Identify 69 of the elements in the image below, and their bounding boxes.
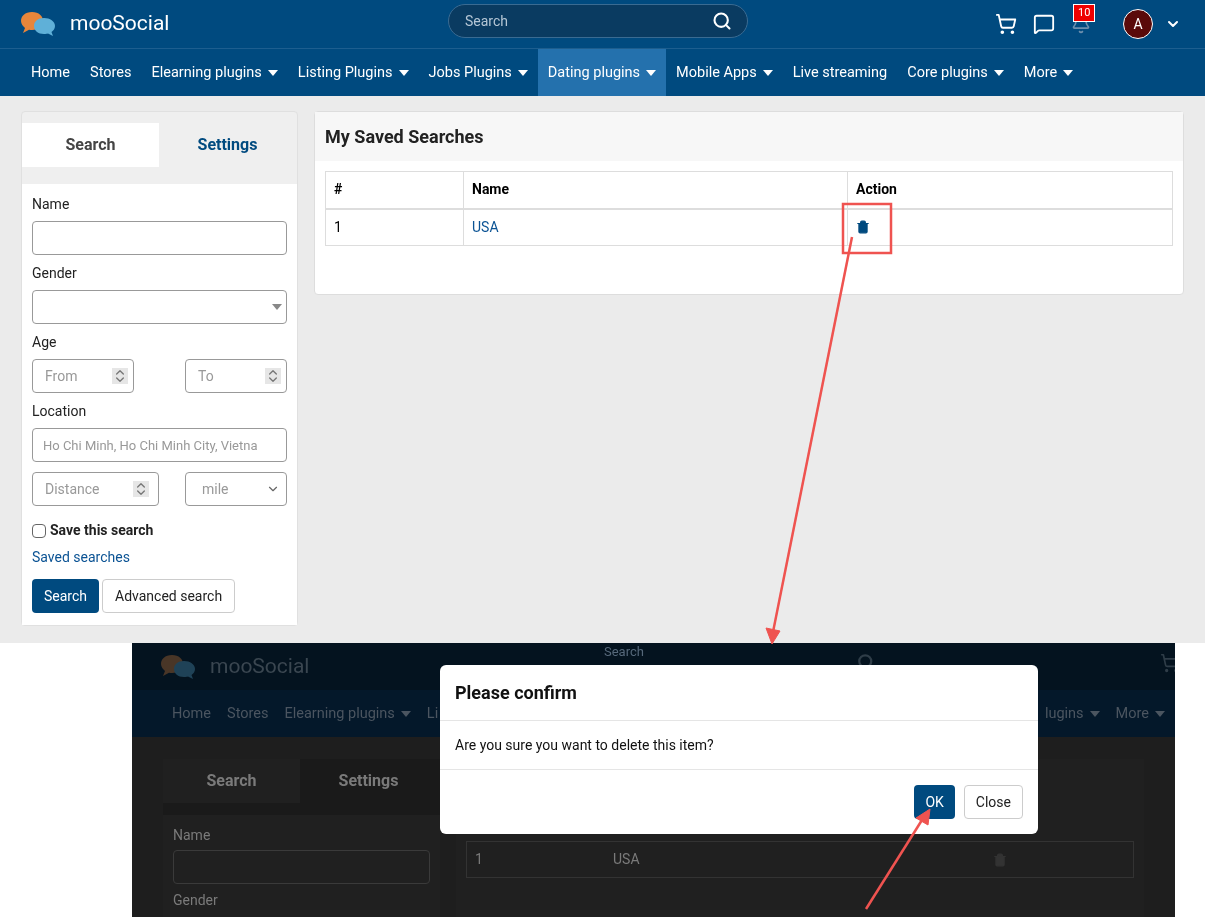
highlight-frame [841,202,893,255]
checkbox[interactable] [32,523,46,538]
nav-item[interactable]: Mobile Apps [666,49,783,96]
cart-icon [1160,653,1175,673]
caret-icon [272,304,282,310]
ok-button[interactable]: OK [914,785,955,819]
spinner-icon[interactable] [112,368,128,384]
advanced-search-button[interactable]: Advanced search [102,579,236,613]
caret-icon [646,69,657,76]
nav-item[interactable]: Home [21,49,81,96]
search-button[interactable]: Search [32,579,99,613]
tab-label: Settings [338,770,399,792]
caret-icon [1155,710,1165,717]
caret-icon [762,69,773,76]
saved-searches-link[interactable]: Saved searches [32,547,287,568]
table-cell: 1 [325,208,464,246]
dialog-message: Are you sure you want to delete this item? [455,735,714,755]
nav-item[interactable]: Jobs Plugins [418,49,538,96]
number-field[interactable]: To [185,359,287,393]
chat-icon[interactable] [1033,13,1055,35]
field-label: Name [173,826,212,845]
caret-icon [1063,69,1074,76]
field-label: Gender [32,264,78,283]
spinner-icon[interactable] [265,368,281,384]
search-icon[interactable] [712,11,732,31]
search-name-link[interactable]: USA [472,218,499,235]
caret-icon [267,69,278,76]
column-header: Action [847,171,1173,209]
nav-item[interactable]: More [1013,49,1084,96]
column-header: Name [463,171,848,209]
gender-select[interactable] [32,290,287,324]
dialog-title: Please confirm [455,681,577,705]
nav-item[interactable]: Core plugins [897,49,1014,96]
card-title: My Saved Searches [325,125,484,149]
nav-item[interactable]: Stores [80,49,142,96]
name-field[interactable] [32,221,287,255]
nav-item[interactable]: Elearning plugins [141,49,288,96]
search-field[interactable]: Search [448,4,748,38]
nav-item[interactable]: Live streaming [782,49,898,96]
nav-item[interactable]: Dating plugins [537,49,667,96]
field-label: Name [32,195,71,214]
notification-badge: 10 [1073,4,1096,22]
panel-tab[interactable]: Search [22,123,159,167]
field-label: Age [32,333,58,352]
close-button[interactable]: Close [963,785,1023,819]
nav-item[interactable]: Listing Plugins [287,49,419,96]
location-field[interactable]: Ho Chi Minh, Ho Chi Minh City, Vietna [32,428,287,462]
caret-icon [517,69,528,76]
delete-icon[interactable] [856,220,870,235]
table-cell-text: USA [612,850,641,869]
number-field[interactable]: From [32,359,134,393]
avatar[interactable]: A [1123,9,1153,39]
caret-icon [400,710,411,717]
caret-icon [1089,710,1100,717]
panel-tab[interactable]: Settings [159,123,296,167]
field-label: Gender [173,891,219,910]
cart-icon[interactable] [995,13,1017,35]
column-header: # [325,171,464,209]
logo-icon [160,652,198,681]
checkbox-label: Save this search [50,521,154,540]
caret-icon [398,69,409,76]
caret-icon [993,69,1004,76]
field-label: Location [32,402,88,421]
logo-icon [20,10,58,38]
site-logo-text[interactable]: mooSocial [70,8,170,40]
distance-field[interactable]: Distance [32,472,159,506]
tab-label: Search [206,770,257,792]
table-cell-text: 1 [474,850,484,869]
spinner-icon[interactable] [133,481,149,497]
